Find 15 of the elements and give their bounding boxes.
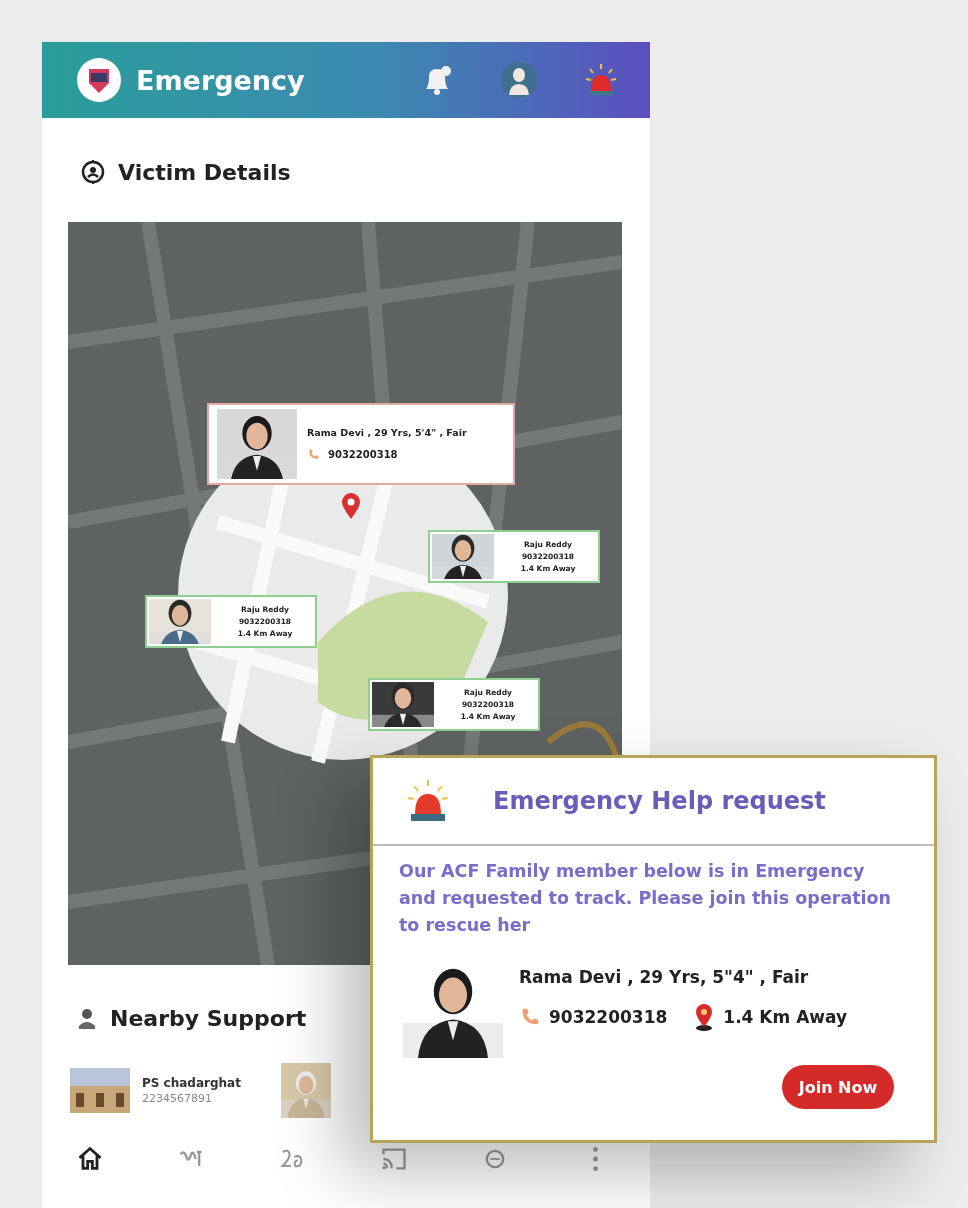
victim-phone: 9032200318 (549, 1007, 668, 1027)
station-name: PS chadarghat (142, 1075, 241, 1090)
more-icon (593, 1147, 599, 1171)
home-icon (76, 1145, 104, 1173)
join-now-button[interactable]: Join Now (782, 1065, 894, 1109)
app-title: Emergency (136, 64, 306, 96)
user-icon[interactable] (500, 61, 538, 99)
section-title: Nearby Support (110, 1005, 307, 1031)
location-person-icon (76, 1006, 98, 1030)
section-title: Victim Details (118, 159, 291, 185)
victim-name: Rama Devi , 29 Yrs, 5"4" , Fair (519, 967, 810, 987)
station-phone: 2234567891 (142, 1091, 213, 1105)
person-pin-icon (80, 159, 106, 185)
victim-distance: 1.4 Km Away (723, 1007, 848, 1027)
shield-logo-icon (76, 57, 122, 103)
